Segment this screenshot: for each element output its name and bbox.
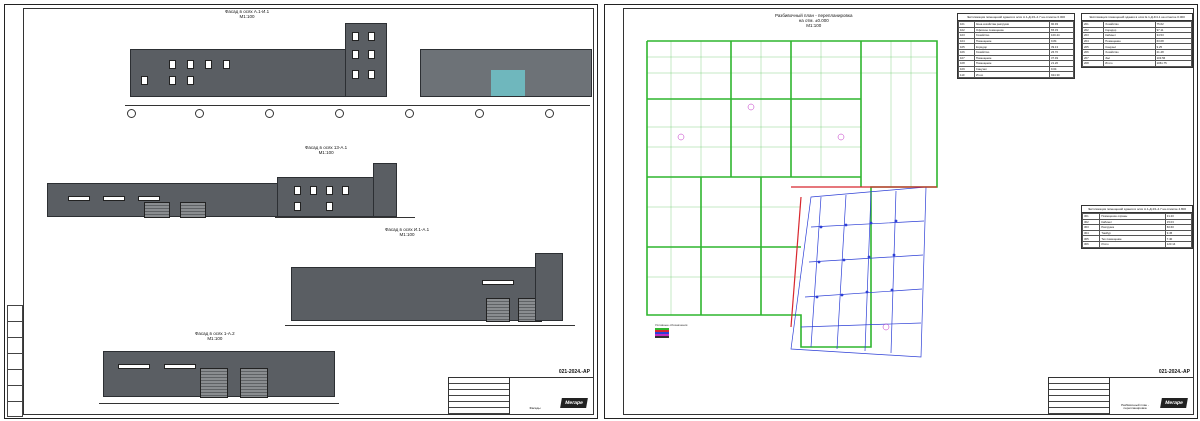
axis-mark [405, 109, 414, 118]
company-logo: Мегаре [1160, 398, 1188, 408]
explication-table-1: Экспликация помещений здания в осях А.1-… [957, 13, 1075, 79]
explication-table-3: Экспликация помещений здания в осях А.1-… [1081, 205, 1193, 249]
side-stamp-strip [7, 305, 23, 417]
facade-4-title: Фасад в осях 1-А.2 М1:100 [195, 331, 235, 341]
facade-2-axis-line [275, 217, 415, 218]
facade-1-title: Фасад в осях А.1-И.1 М1:100 [225, 9, 270, 19]
axis-mark [545, 109, 554, 118]
axis-mark [335, 109, 344, 118]
facade-1-axis-line [125, 105, 590, 106]
table-row: 208 Итого 1061.75 [1081, 60, 1193, 67]
facade-1-tower [345, 23, 387, 97]
drawing-code: 021-2024.-АР [1158, 369, 1190, 375]
room-number: 110 [958, 71, 975, 78]
facade-3-axis-line [285, 325, 575, 326]
axis-mark [265, 109, 274, 118]
facade-1-body [130, 49, 352, 97]
facade-3-title: Фасад в осях И.1-А.1 М1:100 [385, 227, 430, 237]
plan-sheet: Разбивочный план - перепланировка на отм… [604, 4, 1198, 419]
explication-table-2: Экспликация помещений здания в осях Е.1-… [1081, 13, 1193, 68]
title-block: 021-2024.-АР Разбивочный план - переплан… [1048, 369, 1194, 415]
floor-plan [641, 27, 941, 363]
facade-2-tower [373, 163, 397, 217]
facade-2-body [47, 183, 279, 218]
plan-legend: Условные обозначения [655, 323, 785, 339]
floor-plan-drawing [646, 40, 938, 358]
facade-4-axis-line [99, 403, 339, 404]
room-number: 306 [1081, 241, 1101, 248]
title-block: 021-2024.-АР Фасады Мегаре [448, 369, 594, 415]
legend-title: Условные обозначения [655, 323, 688, 327]
room-area: 1061.75 [1154, 60, 1193, 67]
facade-2-office [277, 177, 379, 217]
room-number: 208 [1081, 60, 1105, 67]
sheet-name: Фасады [529, 406, 541, 411]
table-row: 110 Итого 924.30 [958, 71, 1074, 78]
axis-mark [127, 109, 136, 118]
facade-3-body [291, 267, 548, 322]
axis-mark [195, 109, 204, 118]
room-area: 924.30 [1049, 71, 1074, 78]
plan-title: Разбивочный план - перепланировка на отм… [775, 13, 853, 28]
facade-1-warehouse [420, 49, 592, 97]
facade-4-body [103, 351, 335, 398]
axis-mark [475, 109, 484, 118]
drawing-code: 021-2024.-АР [558, 369, 590, 375]
facades-sheet: Фасад в осях А.1-И.1 М1:100 Фасад в осях … [4, 4, 598, 419]
room-name: Итого [1103, 60, 1156, 67]
table-row: 306 Итого 123.14 [1081, 241, 1193, 248]
sheet-name: Разбивочный план - перепланировка [1121, 402, 1149, 411]
room-name: Итого [1099, 241, 1166, 248]
facade-3-tower [535, 253, 563, 321]
company-logo: Мегаре [560, 398, 588, 408]
facade-2-title: Фасад в осях 13-А.1 М1:100 [305, 145, 348, 155]
room-area: 123.14 [1164, 241, 1193, 248]
room-name: Итого [973, 71, 1051, 78]
